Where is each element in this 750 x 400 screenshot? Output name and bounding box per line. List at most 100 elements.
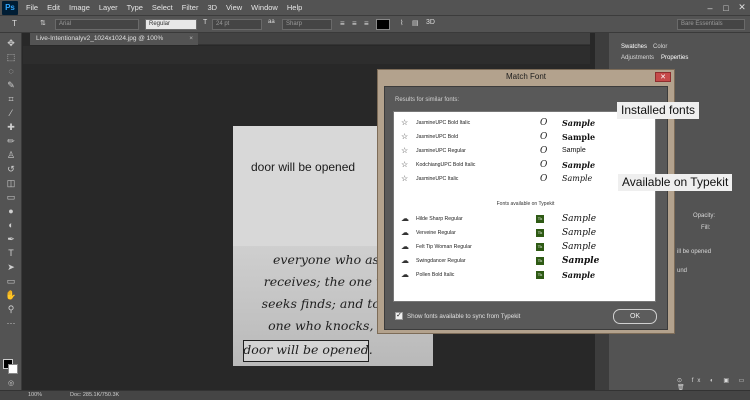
menu-file[interactable]: File <box>26 3 38 12</box>
document-tab[interactable]: Live-Intentionalyv2_1024x1024.jpg @ 100%… <box>30 33 198 54</box>
font-name: JasmineUPC Bold <box>416 134 459 140</box>
tab-adjustments[interactable]: Adjustments <box>621 55 654 61</box>
font-row[interactable]: ☁ Pollen Bold Italic Tk Sample <box>394 268 657 282</box>
background-color-swatch[interactable] <box>8 364 18 374</box>
more-tools-icon[interactable]: ··· <box>4 317 18 329</box>
eyedropper-tool-icon[interactable]: ⁄ <box>4 107 18 119</box>
menu-3d[interactable]: 3D <box>207 3 217 12</box>
quick-select-tool-icon[interactable]: ✎ <box>4 79 18 91</box>
font-row[interactable]: ☆ JasmineUPC Regular O Sample <box>394 144 657 158</box>
shape-tool-icon[interactable]: ▭ <box>4 275 18 287</box>
align-center-icon[interactable]: ≡ <box>352 19 357 28</box>
tab-color[interactable]: Color <box>653 44 667 50</box>
star-icon[interactable]: ☆ <box>401 144 408 158</box>
cloud-sync-icon[interactable]: ☁ <box>401 226 409 240</box>
marquee-tool-icon[interactable]: ⬚ <box>4 51 18 63</box>
scripture-line-5: door will be opened. <box>243 342 373 357</box>
status-bar: 100% Doc: 285.1K/750.3K <box>0 390 750 400</box>
font-size-select[interactable]: 24 pt <box>212 19 262 30</box>
cloud-sync-icon[interactable]: ☁ <box>401 212 409 226</box>
tab-swatches[interactable]: Swatches <box>621 44 647 50</box>
cloud-sync-icon[interactable]: ☁ <box>401 240 409 254</box>
font-row[interactable]: ☁ Swingdancer Regular Tk Sample <box>394 254 657 268</box>
sync-typekit-label: Show fonts available to sync from Typeki… <box>407 312 521 320</box>
warp-text-icon[interactable]: ⌇ <box>400 19 403 27</box>
lasso-tool-icon[interactable]: ◌ <box>4 65 18 77</box>
font-sample: Sample <box>562 242 597 252</box>
font-row[interactable]: ☁ Felt Tip Woman Regular Tk Sample <box>394 240 657 254</box>
blur-tool-icon[interactable]: ● <box>4 205 18 217</box>
menu-type[interactable]: Type <box>127 3 143 12</box>
antialias-icon: aa <box>268 19 275 25</box>
font-name: Felt Tip Woman Regular <box>416 244 472 250</box>
menu-help[interactable]: Help <box>287 3 302 12</box>
font-name: JasmineUPC Bold Italic <box>416 120 471 126</box>
pen-tool-icon[interactable]: ✒ <box>4 233 18 245</box>
move-tool-icon[interactable]: ✥ <box>4 37 18 49</box>
menu-image[interactable]: Image <box>69 3 90 12</box>
crop-tool-icon[interactable]: ⌗ <box>4 93 18 105</box>
path-select-tool-icon[interactable]: ➤ <box>4 261 18 273</box>
align-right-icon[interactable]: ≡ <box>364 19 369 28</box>
dodge-tool-icon[interactable]: ◐ <box>4 219 18 231</box>
gradient-tool-icon[interactable]: ▭ <box>4 191 18 203</box>
font-sample: Sample <box>562 256 600 266</box>
quick-mask-icon[interactable]: ◎ <box>4 378 18 390</box>
brush-tool-icon[interactable]: ✏ <box>4 135 18 147</box>
font-style-select[interactable]: Regular <box>145 19 197 30</box>
font-sample: Sample <box>562 228 597 238</box>
hand-tool-icon[interactable]: ✋ <box>4 289 18 301</box>
star-icon[interactable]: ☆ <box>401 172 408 186</box>
tab-properties[interactable]: Properties <box>661 55 688 61</box>
stamp-tool-icon[interactable]: ♙ <box>4 149 18 161</box>
close-window-button[interactable]: ✕ <box>734 2 750 13</box>
star-icon[interactable]: ☆ <box>401 130 408 144</box>
font-name: JasmineUPC Italic <box>416 176 459 182</box>
3d-icon[interactable]: 3D <box>426 19 435 26</box>
font-sample: Sample <box>562 147 586 154</box>
font-family-select[interactable]: Arial <box>55 19 139 30</box>
align-left-icon[interactable]: ≡ <box>340 19 345 28</box>
font-type-glyph: O <box>540 160 548 170</box>
text-layer-name[interactable]: ill be opened <box>677 249 711 255</box>
character-panel-icon[interactable]: ▤ <box>412 19 419 27</box>
text-orientation-icon[interactable]: ⇅ <box>40 19 46 27</box>
font-row[interactable]: ☁ Hilde Sharp Regular Tk Sample <box>394 212 657 226</box>
font-name: Verveine Regular <box>416 230 456 236</box>
maximize-button[interactable]: □ <box>718 3 734 13</box>
font-sample: Sample <box>562 270 596 280</box>
eraser-tool-icon[interactable]: ◫ <box>4 177 18 189</box>
font-sample: Sample <box>562 118 596 128</box>
ok-button[interactable]: OK <box>613 309 657 324</box>
font-row[interactable]: ☁ Verveine Regular Tk Sample <box>394 226 657 240</box>
minimize-button[interactable]: – <box>702 3 718 13</box>
healing-tool-icon[interactable]: ✚ <box>4 121 18 133</box>
close-tab-icon[interactable]: × <box>189 33 193 45</box>
sync-typekit-checkbox[interactable]: ✓ <box>395 312 403 320</box>
star-icon[interactable]: ☆ <box>401 116 408 130</box>
zoom-level[interactable]: 100% <box>28 392 42 398</box>
menu-filter[interactable]: Filter <box>182 3 199 12</box>
menu-view[interactable]: View <box>226 3 242 12</box>
font-row[interactable]: ☆ KodchiangUPC Bold Italic O Sample <box>394 158 657 172</box>
zoom-tool-icon[interactable]: ⚲ <box>4 303 18 315</box>
star-icon[interactable]: ☆ <box>401 158 408 172</box>
text-color-swatch[interactable] <box>376 19 390 30</box>
menu-layer[interactable]: Layer <box>99 3 118 12</box>
dialog-close-button[interactable]: ✕ <box>655 72 671 82</box>
layer-actions-icons[interactable]: ⊙ fx ◐ ▣ ▭ 🗑 <box>677 377 750 391</box>
type-tool-icon[interactable]: T <box>12 19 17 28</box>
sync-typekit-option[interactable]: ✓ Show fonts available to sync from Type… <box>395 312 520 320</box>
menu-select[interactable]: Select <box>152 3 173 12</box>
menu-edit[interactable]: Edit <box>47 3 60 12</box>
background-layer-name[interactable]: und <box>677 268 687 274</box>
workspace-select[interactable]: Bare Essentials <box>677 19 745 30</box>
cloud-sync-icon[interactable]: ☁ <box>401 254 409 268</box>
cloud-sync-icon[interactable]: ☁ <box>401 268 409 282</box>
edited-text-layer[interactable]: door will be opened <box>251 160 355 174</box>
history-brush-tool-icon[interactable]: ↺ <box>4 163 18 175</box>
type-tool-panel-icon[interactable]: T <box>4 247 18 259</box>
antialias-select[interactable]: Sharp <box>282 19 332 30</box>
menu-window[interactable]: Window <box>251 3 278 12</box>
font-row[interactable]: ☆ JasmineUPC Bold O Sample <box>394 130 657 144</box>
